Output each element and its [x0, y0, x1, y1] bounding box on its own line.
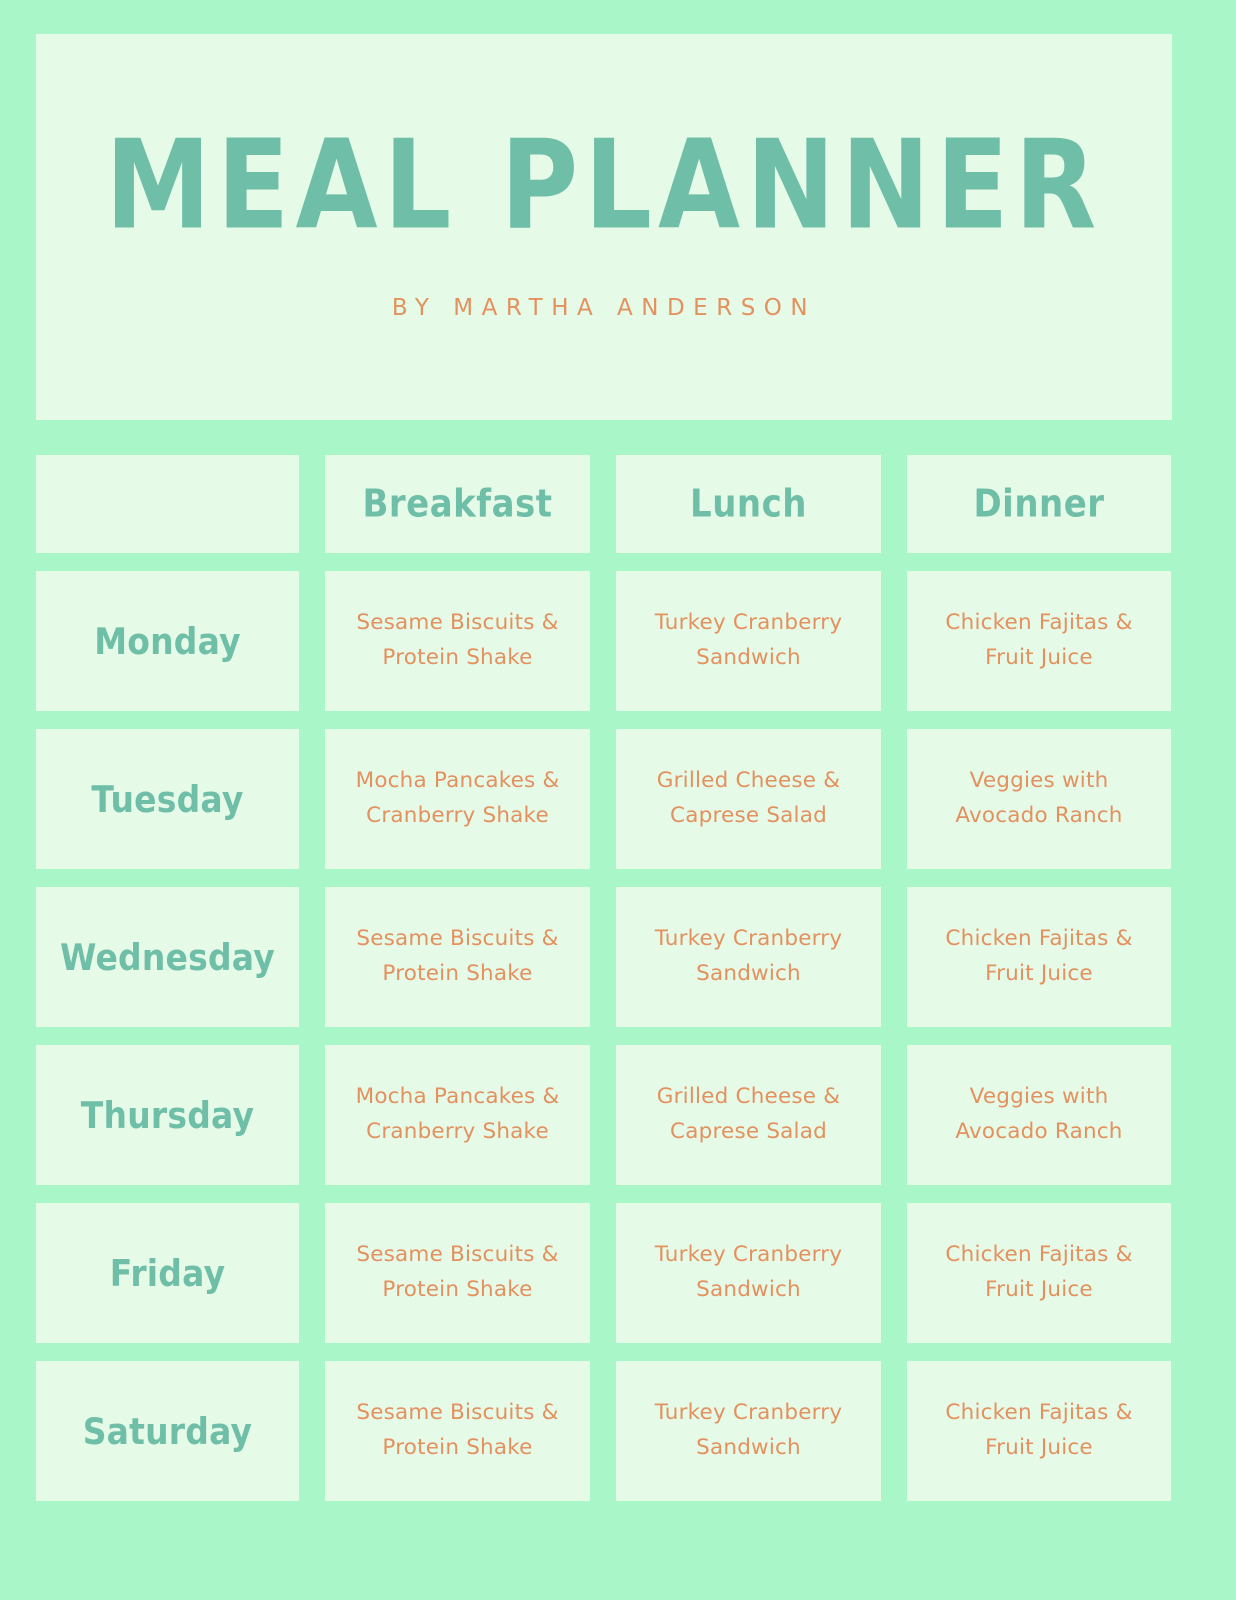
meal-cell-tuesday-dinner[interactable]: Veggies with Avocado Ranch — [907, 729, 1171, 869]
day-cell-wednesday: Wednesday — [36, 887, 299, 1027]
day-label: Monday — [94, 619, 241, 663]
meal-text: Chicken Fajitas & Fruit Juice — [945, 1400, 1133, 1460]
day-cell-saturday: Saturday — [36, 1361, 299, 1501]
meal-text: Sesame Biscuits & Protein Shake — [356, 610, 559, 670]
meal-text: Mocha Pancakes & Cranberry Shake — [355, 1084, 560, 1144]
column-header-lunch: Lunch — [616, 455, 881, 553]
meal-text: Turkey Cranberry Sandwich — [654, 1400, 843, 1460]
column-header-dinner: Dinner — [907, 455, 1171, 553]
day-label: Saturday — [82, 1409, 253, 1453]
day-label: Friday — [109, 1251, 226, 1295]
day-label: Wednesday — [60, 935, 275, 979]
meal-plan-table: Breakfast Lunch Dinner Monday Sesame Bis… — [36, 455, 1172, 1501]
meal-text: Grilled Cheese & Caprese Salad — [656, 1084, 841, 1144]
meal-text: Chicken Fajitas & Fruit Juice — [945, 926, 1133, 986]
meal-cell-wednesday-lunch[interactable]: Turkey Cranberry Sandwich — [616, 887, 881, 1027]
meal-cell-tuesday-lunch[interactable]: Grilled Cheese & Caprese Salad — [616, 729, 881, 869]
table-corner-cell — [36, 455, 299, 553]
day-cell-thursday: Thursday — [36, 1045, 299, 1185]
meal-text: Chicken Fajitas & Fruit Juice — [945, 610, 1133, 670]
meal-text: Turkey Cranberry Sandwich — [654, 926, 843, 986]
page-title: MEAL PLANNER — [105, 113, 1103, 257]
meal-text: Turkey Cranberry Sandwich — [654, 610, 843, 670]
meal-cell-wednesday-dinner[interactable]: Chicken Fajitas & Fruit Juice — [907, 887, 1171, 1027]
meal-cell-tuesday-breakfast[interactable]: Mocha Pancakes & Cranberry Shake — [325, 729, 590, 869]
meal-text: Sesame Biscuits & Protein Shake — [356, 926, 559, 986]
meal-text: Sesame Biscuits & Protein Shake — [356, 1242, 559, 1302]
meal-cell-monday-lunch[interactable]: Turkey Cranberry Sandwich — [616, 571, 881, 711]
column-header-breakfast: Breakfast — [325, 455, 590, 553]
column-header-label: Lunch — [690, 481, 807, 527]
day-label: Tuesday — [91, 777, 244, 821]
day-cell-tuesday: Tuesday — [36, 729, 299, 869]
meal-text: Chicken Fajitas & Fruit Juice — [945, 1242, 1133, 1302]
meal-cell-wednesday-breakfast[interactable]: Sesame Biscuits & Protein Shake — [325, 887, 590, 1027]
meal-cell-monday-breakfast[interactable]: Sesame Biscuits & Protein Shake — [325, 571, 590, 711]
meal-text: Grilled Cheese & Caprese Salad — [656, 768, 841, 828]
header-banner: MEAL PLANNER BY MARTHA ANDERSON — [36, 34, 1172, 420]
page-subtitle: BY MARTHA ANDERSON — [391, 295, 817, 321]
meal-cell-monday-dinner[interactable]: Chicken Fajitas & Fruit Juice — [907, 571, 1171, 711]
day-cell-friday: Friday — [36, 1203, 299, 1343]
meal-text: Turkey Cranberry Sandwich — [654, 1242, 843, 1302]
meal-cell-saturday-lunch[interactable]: Turkey Cranberry Sandwich — [616, 1361, 881, 1501]
meal-planner-page: MEAL PLANNER BY MARTHA ANDERSON Breakfas… — [0, 0, 1236, 1600]
meal-cell-thursday-breakfast[interactable]: Mocha Pancakes & Cranberry Shake — [325, 1045, 590, 1185]
meal-text: Sesame Biscuits & Protein Shake — [356, 1400, 559, 1460]
day-cell-monday: Monday — [36, 571, 299, 711]
meal-cell-thursday-lunch[interactable]: Grilled Cheese & Caprese Salad — [616, 1045, 881, 1185]
meal-cell-saturday-dinner[interactable]: Chicken Fajitas & Fruit Juice — [907, 1361, 1171, 1501]
meal-text: Veggies with Avocado Ranch — [955, 1084, 1123, 1144]
meal-cell-friday-breakfast[interactable]: Sesame Biscuits & Protein Shake — [325, 1203, 590, 1343]
meal-text: Mocha Pancakes & Cranberry Shake — [355, 768, 560, 828]
column-header-label: Breakfast — [362, 481, 553, 527]
meal-cell-friday-lunch[interactable]: Turkey Cranberry Sandwich — [616, 1203, 881, 1343]
meal-cell-saturday-breakfast[interactable]: Sesame Biscuits & Protein Shake — [325, 1361, 590, 1501]
meal-text: Veggies with Avocado Ranch — [955, 768, 1123, 828]
column-header-label: Dinner — [973, 481, 1105, 527]
meal-cell-thursday-dinner[interactable]: Veggies with Avocado Ranch — [907, 1045, 1171, 1185]
day-label: Thursday — [80, 1093, 255, 1137]
meal-cell-friday-dinner[interactable]: Chicken Fajitas & Fruit Juice — [907, 1203, 1171, 1343]
